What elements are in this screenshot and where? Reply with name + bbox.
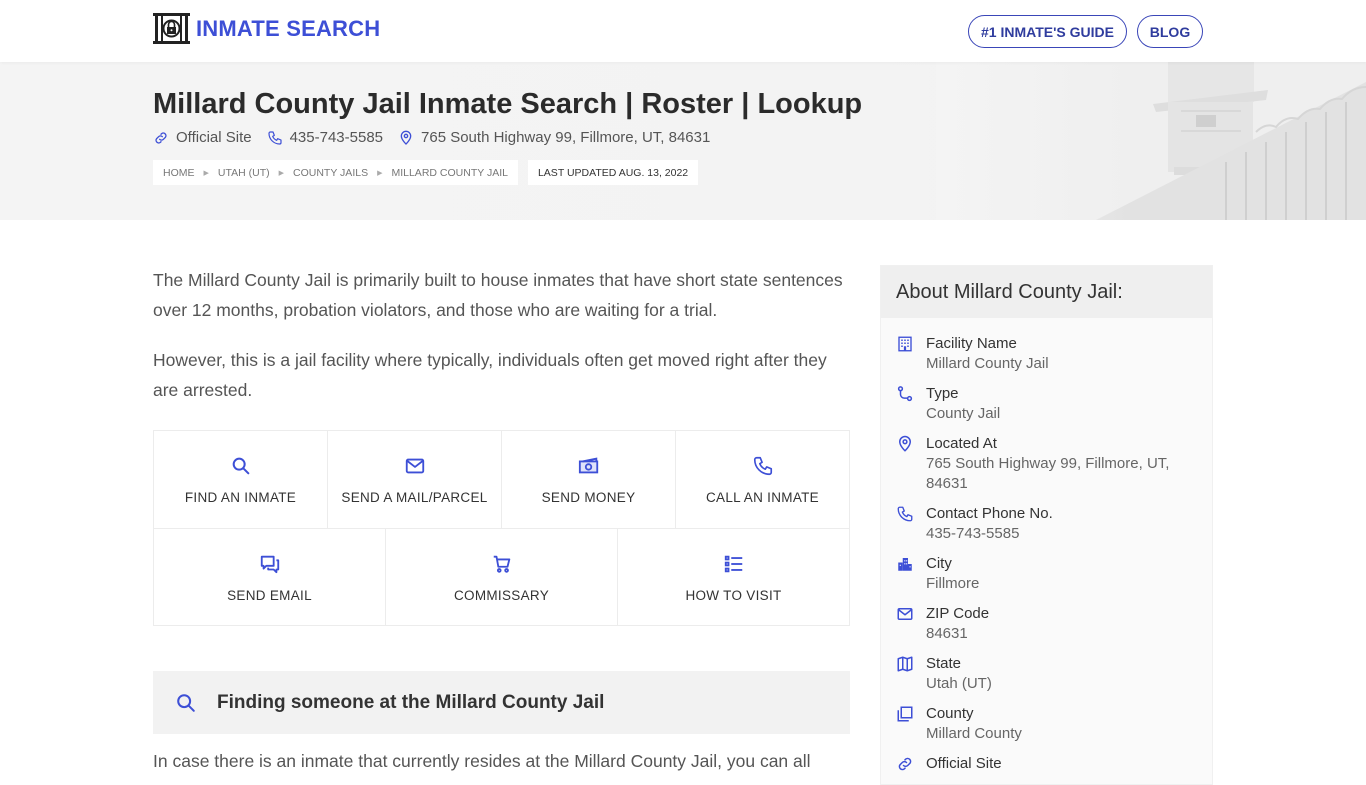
info-label: ZIP Code <box>926 605 990 622</box>
location-pin-icon <box>898 435 912 452</box>
inmates-guide-button[interactable]: #1 INMATE'S GUIDE <box>968 15 1127 48</box>
info-label: Located At <box>926 435 997 452</box>
info-label: Facility Name <box>926 335 1017 352</box>
action-row: SEND EMAIL COMMISSARY HOW TO VISIT <box>154 529 849 625</box>
send-email-button[interactable]: SEND EMAIL <box>154 529 386 625</box>
find-inmate-button[interactable]: FIND AN INMATE <box>154 431 328 528</box>
info-label: State <box>926 655 962 672</box>
about-panel-title: About Millard County Jail: <box>881 266 1212 318</box>
breadcrumb-current[interactable]: MILLARD COUNTY JAIL <box>391 167 508 179</box>
top-navigation-bar: INMATE SEARCH #1 INMATE'S GUIDE BLOG <box>0 0 1366 62</box>
phone-number: 435-743-5585 <box>289 129 384 146</box>
address-text: 765 South Highway 99, Fillmore, UT, 8463… <box>421 129 711 146</box>
info-item-type: Type County Jail <box>896 384 1196 424</box>
page-title: Millard County Jail Inmate Search | Rost… <box>153 88 863 120</box>
how-to-visit-label: HOW TO VISIT <box>685 588 782 603</box>
info-item-located-at: Located At 765 South Highway 99, Fillmor… <box>896 434 1196 494</box>
breadcrumb-state[interactable]: UTAH (UT) <box>218 167 270 179</box>
finding-section-text: In case there is an inmate that currentl… <box>153 751 811 771</box>
breadcrumb-home[interactable]: HOME <box>163 167 195 179</box>
breadcrumb-separator-icon: ▶ <box>203 169 209 177</box>
logo-text: INMATE SEARCH <box>196 15 381 41</box>
facility-meta-row: Official Site 435-743-5585 765 South Hig… <box>153 129 725 146</box>
map-icon <box>897 656 913 672</box>
how-to-visit-button[interactable]: HOW TO VISIT <box>618 529 849 625</box>
info-item-official-site: Official Site <box>896 754 1196 774</box>
info-label: County <box>926 705 974 722</box>
prison-tower-background-image <box>936 62 1366 220</box>
hero-banner: Millard County Jail Inmate Search | Rost… <box>0 62 1366 220</box>
list-icon <box>724 555 742 573</box>
commissary-label: COMMISSARY <box>453 588 549 603</box>
action-row: FIND AN INMATE SEND A MAIL/PARCEL SEND M… <box>154 431 849 529</box>
info-value: Utah (UT) <box>926 675 992 692</box>
info-label: Contact Phone No. <box>926 505 1053 522</box>
location-pin-icon <box>400 130 412 145</box>
send-money-label: SEND MONEY <box>541 490 636 505</box>
info-label: Type <box>926 385 959 402</box>
last-updated-badge: LAST UPDATED AUG. 13, 2022 <box>527 160 699 185</box>
send-money-button[interactable]: SEND MONEY <box>502 431 676 528</box>
money-icon <box>578 457 598 474</box>
breadcrumb-row: HOME ▶ UTAH (UT) ▶ COUNTY JAILS ▶ MILLAR… <box>153 160 699 185</box>
send-mail-button[interactable]: SEND A MAIL/PARCEL <box>328 431 502 528</box>
facility-info-list: Facility Name Millard County Jail Type C… <box>896 334 1196 784</box>
info-value: County Jail <box>926 405 1001 422</box>
link-icon <box>155 131 167 144</box>
info-value: 84631 <box>926 625 968 642</box>
info-item-zip-code: ZIP Code 84631 <box>896 604 1196 644</box>
intro-paragraph: The Millard County Jail is primarily bui… <box>153 270 843 320</box>
county-icon <box>897 706 913 722</box>
phone-icon <box>753 456 772 476</box>
breadcrumb-separator-icon: ▶ <box>377 169 383 177</box>
info-value: Fillmore <box>926 575 980 592</box>
blog-button[interactable]: BLOG <box>1137 15 1203 48</box>
about-facility-panel: About Millard County Jail: Facility Name… <box>880 265 1213 785</box>
send-email-label: SEND EMAIL <box>227 588 312 603</box>
info-value: Millard County Jail <box>926 355 1049 372</box>
finding-section-header: Finding someone at the Millard County Ja… <box>153 671 850 734</box>
info-item-county: County Millard County <box>896 704 1196 744</box>
info-label: City <box>926 555 952 572</box>
info-item-city: City Fillmore <box>896 554 1196 594</box>
city-icon <box>898 558 912 571</box>
intro-paragraph: However, this is a jail facility where t… <box>153 350 827 400</box>
mail-icon <box>405 458 424 474</box>
phone-link[interactable]: 435-743-5585 <box>267 129 383 146</box>
phone-icon <box>897 506 913 522</box>
info-value: 765 South Highway 99, Fillmore, UT, 8463… <box>926 455 1170 492</box>
phone-icon <box>267 130 282 145</box>
chat-icon <box>260 555 279 574</box>
cart-icon <box>493 555 510 573</box>
site-logo[interactable]: INMATE SEARCH <box>153 13 380 44</box>
official-site-sidebar-link[interactable]: Official Site <box>926 754 1002 774</box>
official-site-label: Official Site <box>176 129 252 146</box>
route-icon <box>897 386 913 402</box>
jail-lock-logo-icon <box>153 13 190 44</box>
breadcrumb: HOME ▶ UTAH (UT) ▶ COUNTY JAILS ▶ MILLAR… <box>153 160 518 185</box>
breadcrumb-separator-icon: ▶ <box>278 169 284 177</box>
mail-icon <box>897 608 913 620</box>
send-mail-label: SEND A MAIL/PARCEL <box>341 490 488 505</box>
call-inmate-label: CALL AN INMATE <box>706 490 819 505</box>
commissary-button[interactable]: COMMISSARY <box>386 529 618 625</box>
breadcrumb-county-jails[interactable]: COUNTY JAILS <box>293 167 368 179</box>
official-site-link[interactable]: Official Site <box>153 129 252 146</box>
finding-section-title: Finding someone at the Millard County Ja… <box>217 691 605 713</box>
search-icon <box>232 457 249 475</box>
action-grid: FIND AN INMATE SEND A MAIL/PARCEL SEND M… <box>153 430 850 626</box>
link-icon <box>898 757 912 771</box>
info-value: 435-743-5585 <box>926 525 1020 542</box>
address-item: 765 South Highway 99, Fillmore, UT, 8463… <box>398 129 710 146</box>
info-item-facility-name: Facility Name Millard County Jail <box>896 334 1196 374</box>
building-icon <box>898 336 912 352</box>
search-icon <box>177 693 195 712</box>
info-item-contact-phone: Contact Phone No. 435-743-5585 <box>896 504 1196 544</box>
find-inmate-label: FIND AN INMATE <box>184 490 297 505</box>
call-inmate-button[interactable]: CALL AN INMATE <box>676 431 849 528</box>
info-item-state: State Utah (UT) <box>896 654 1196 694</box>
info-value: Millard County <box>926 725 1022 742</box>
